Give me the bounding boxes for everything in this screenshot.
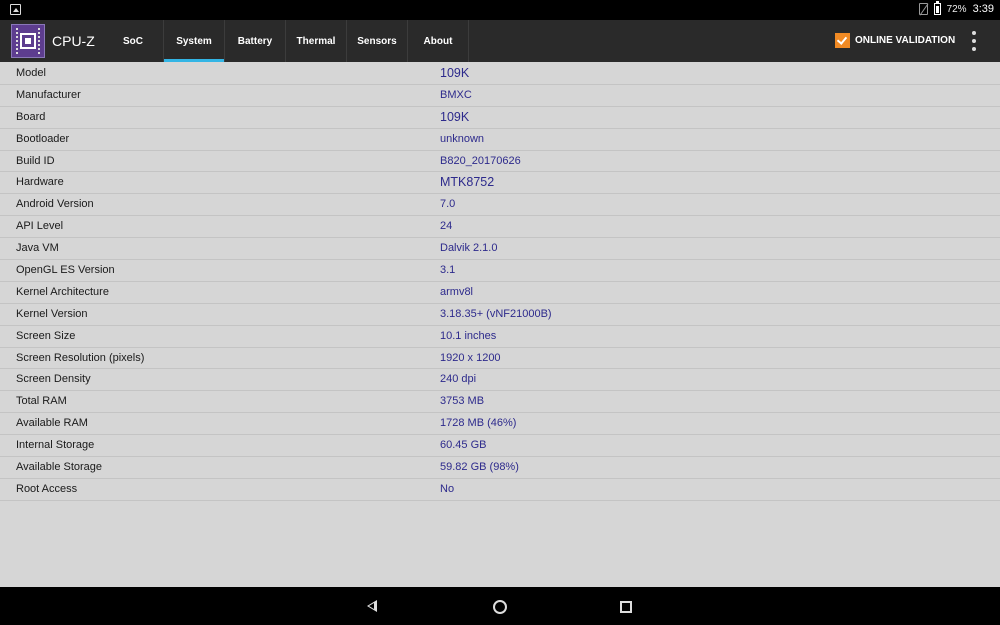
online-validation-label: ONLINE VALIDATION (855, 35, 956, 46)
row-label: Android Version (16, 198, 94, 211)
info-row: Build ID B820_20170626 (0, 151, 1000, 173)
row-label: Root Access (16, 482, 78, 495)
row-label: Kernel Architecture (16, 285, 109, 298)
row-label: Total RAM (16, 395, 67, 408)
app-bar: CPU-Z SoC System Battery Thermal Sensors… (0, 20, 1000, 62)
info-row: Root Access No (0, 479, 1000, 501)
tab-system[interactable]: System (164, 20, 225, 62)
app-title: CPU-Z (52, 33, 95, 49)
info-row: Bootloader unknown (0, 129, 1000, 151)
row-value: armv8l (440, 285, 474, 298)
info-row: Available Storage 59.82 GB (98%) (0, 457, 1000, 479)
battery-icon (933, 1, 941, 15)
row-value: B820_20170626 (440, 154, 521, 167)
row-label: OpenGL ES Version (16, 264, 115, 277)
row-label: Internal Storage (16, 439, 95, 452)
row-value: 1728 MB (46%) (440, 417, 517, 430)
info-row: Model 109K (0, 63, 1000, 85)
row-label: Screen Resolution (pixels) (16, 351, 145, 364)
info-row: Total RAM 3753 MB (0, 391, 1000, 414)
row-label: Available RAM (16, 417, 88, 430)
row-value: 240 dpi (440, 373, 477, 386)
info-row: Internal Storage 60.45 GB (0, 435, 1000, 458)
system-info-list: Model 109K Manufacturer BMXC Board 109K Boo… (0, 63, 1000, 501)
status-bar: 72% 3:39 (0, 0, 1000, 20)
info-row: Screen Resolution (pixels) 1920 x 1200 (0, 348, 1000, 370)
gallery-notification-icon (10, 4, 21, 15)
info-row: Manufacturer BMXC (0, 85, 1000, 107)
tab-label: Sensors (357, 35, 397, 47)
row-value: No (440, 482, 455, 495)
status-icons: 72% 3:39 (918, 1, 994, 15)
row-value: 3.1 (440, 264, 456, 277)
tab-sensors[interactable]: Sensors (347, 20, 408, 62)
info-row: Java VM Dalvik 2.1.0 (0, 238, 1000, 261)
tab-label: System (176, 35, 212, 47)
tab-label: Battery (237, 35, 273, 47)
tab-about[interactable]: About (408, 20, 469, 62)
row-label: Screen Density (16, 373, 91, 386)
info-row: API Level 24 (0, 216, 1000, 239)
info-row: Kernel Version 3.18.35+ (vNF21000B) (0, 304, 1000, 326)
validation-check-icon (835, 33, 850, 48)
row-label: Kernel Version (16, 307, 88, 320)
row-value: 7.0 (440, 198, 456, 211)
row-label: Model (16, 67, 46, 79)
info-row: Android Version 7.0 (0, 194, 1000, 217)
row-value: 109K (440, 109, 470, 124)
info-row: OpenGL ES Version 3.1 (0, 260, 1000, 282)
no-sim-icon (918, 3, 928, 15)
row-label: Java VM (16, 242, 59, 255)
tab-soc[interactable]: SoC (103, 20, 164, 62)
row-value: 3753 MB (440, 395, 485, 408)
tab-label: Thermal (296, 35, 336, 47)
row-value: MTK8752 (440, 175, 495, 190)
back-icon[interactable] (367, 600, 377, 612)
row-value: 60.45 GB (440, 439, 487, 452)
row-label: Hardware (16, 176, 64, 189)
tab-thermal[interactable]: Thermal (286, 20, 347, 62)
row-value: unknown (440, 132, 485, 145)
navigation-bar (0, 587, 1000, 625)
row-value: 1920 x 1200 (440, 351, 501, 364)
tab-battery[interactable]: Battery (225, 20, 286, 62)
cpu-z-logo-icon (11, 24, 45, 58)
row-value: BMXC (440, 88, 472, 101)
tab-bar: SoC System Battery Thermal Sensors About (103, 20, 469, 62)
row-value: 24 (440, 220, 453, 233)
row-label: Manufacturer (16, 88, 81, 101)
info-row: Screen Density 240 dpi (0, 369, 1000, 392)
row-label: Build ID (16, 154, 55, 167)
row-label: Board (16, 110, 46, 123)
home-icon[interactable] (493, 600, 507, 614)
row-label: Bootloader (16, 132, 70, 145)
row-label: Screen Size (16, 329, 76, 342)
info-row: Available RAM 1728 MB (46%) (0, 413, 1000, 436)
battery-percent: 72% (946, 3, 967, 15)
row-label: API Level (16, 220, 64, 233)
row-value: 10.1 inches (440, 329, 497, 342)
row-value: 59.82 GB (98%) (440, 461, 519, 474)
info-row: Screen Size 10.1 inches (0, 326, 1000, 348)
online-validation-button[interactable]: ONLINE VALIDATION (835, 33, 955, 48)
row-value: Dalvik 2.1.0 (440, 242, 498, 255)
tab-label: About (423, 35, 453, 47)
info-row: Board 109K (0, 107, 1000, 129)
row-label: Available Storage (16, 461, 103, 474)
recent-apps-icon[interactable] (620, 601, 632, 613)
info-row: Kernel Architecture armv8l (0, 282, 1000, 304)
row-value: 109K (440, 66, 470, 80)
info-row: Hardware MTK8752 (0, 172, 1000, 195)
tab-label: SoC (123, 35, 143, 47)
clock: 3:39 (972, 3, 994, 15)
overflow-menu-icon[interactable] (971, 31, 977, 51)
row-value: 3.18.35+ (vNF21000B) (440, 307, 552, 320)
